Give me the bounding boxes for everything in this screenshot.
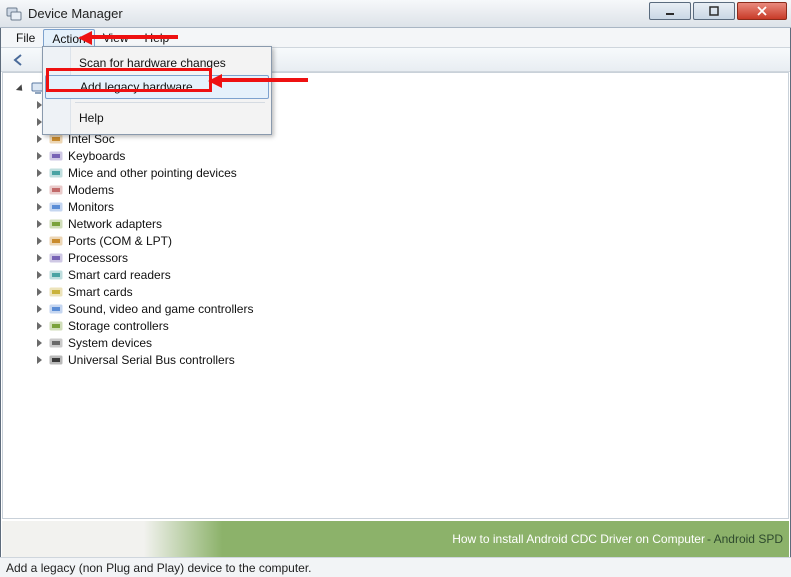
device-category-icon (48, 318, 64, 334)
tree-node-label: Ports (COM & LPT) (68, 234, 172, 248)
tree-node[interactable]: Smart card readers (35, 266, 788, 283)
expander-icon[interactable] (35, 355, 45, 365)
dropdown-separator (75, 102, 265, 103)
minimize-button[interactable] (649, 2, 691, 20)
device-category-icon (48, 165, 64, 181)
dropdown-item-scan[interactable]: Scan for hardware changes (45, 51, 269, 75)
tutorial-banner: How to install Android CDC Driver on Com… (2, 521, 789, 557)
tree-node-label: System devices (68, 336, 152, 350)
device-category-icon (48, 267, 64, 283)
tree-node[interactable]: Mice and other pointing devices (35, 164, 788, 181)
tree-node-label: Storage controllers (68, 319, 169, 333)
device-category-icon (48, 182, 64, 198)
expander-icon[interactable] (17, 83, 27, 93)
expander-icon[interactable] (35, 168, 45, 178)
tree-node-label: Modems (68, 183, 114, 197)
device-category-icon (48, 301, 64, 317)
expander-icon[interactable] (35, 287, 45, 297)
titlebar: Device Manager (0, 0, 791, 28)
tree-node[interactable]: Smart cards (35, 283, 788, 300)
tree-node[interactable]: Universal Serial Bus controllers (35, 351, 788, 368)
tree-node[interactable]: Network adapters (35, 215, 788, 232)
window-controls (649, 2, 787, 20)
expander-icon[interactable] (35, 219, 45, 229)
tree-node[interactable]: Modems (35, 181, 788, 198)
device-category-icon (48, 335, 64, 351)
tree-node[interactable]: Ports (COM & LPT) (35, 232, 788, 249)
tree-node-label: Mice and other pointing devices (68, 166, 237, 180)
expander-icon[interactable] (35, 236, 45, 246)
device-tree-panel: Display adaptersHuman Interface DevicesI… (2, 72, 789, 519)
device-category-icon (48, 148, 64, 164)
expander-icon[interactable] (35, 202, 45, 212)
annotation-arrow-icon (78, 31, 92, 45)
tree-node-label: Smart card readers (68, 268, 171, 282)
expander-icon[interactable] (35, 134, 45, 144)
banner-text-2: - Android SPD (707, 532, 783, 546)
back-button[interactable] (8, 51, 30, 69)
window-title: Device Manager (28, 6, 123, 21)
menu-file[interactable]: File (8, 28, 43, 47)
tree-node[interactable]: Keyboards (35, 147, 788, 164)
tree-node[interactable]: Sound, video and game controllers (35, 300, 788, 317)
tree-node[interactable]: Processors (35, 249, 788, 266)
action-dropdown: Scan for hardware changes Add legacy har… (42, 46, 272, 135)
device-category-icon (48, 250, 64, 266)
device-category-icon (48, 216, 64, 232)
tree-node-label: Sound, video and game controllers (68, 302, 253, 316)
expander-icon[interactable] (35, 338, 45, 348)
tree-node[interactable]: Monitors (35, 198, 788, 215)
expander-icon[interactable] (35, 253, 45, 263)
statusbar: Add a legacy (non Plug and Play) device … (0, 557, 791, 577)
expander-icon[interactable] (35, 321, 45, 331)
tree-node-label: Monitors (68, 200, 114, 214)
app-icon (6, 6, 22, 22)
close-button[interactable] (737, 2, 787, 20)
banner-text-1: How to install Android CDC Driver on Com… (452, 532, 705, 546)
annotation-arrow-icon (208, 74, 222, 88)
expander-icon[interactable] (35, 304, 45, 314)
annotation-line (218, 78, 308, 82)
expander-icon[interactable] (35, 185, 45, 195)
tree-node[interactable]: Storage controllers (35, 317, 788, 334)
tree-node-label: Universal Serial Bus controllers (68, 353, 235, 367)
annotation-line (88, 35, 178, 39)
device-category-icon (48, 352, 64, 368)
maximize-button[interactable] (693, 2, 735, 20)
device-category-icon (48, 233, 64, 249)
tree-node-label: Smart cards (68, 285, 133, 299)
device-category-icon (48, 199, 64, 215)
tree-node-label: Keyboards (68, 149, 125, 163)
device-category-icon (48, 284, 64, 300)
status-text: Add a legacy (non Plug and Play) device … (6, 561, 312, 575)
expander-icon[interactable] (35, 270, 45, 280)
expander-icon[interactable] (35, 151, 45, 161)
dropdown-item-help[interactable]: Help (45, 106, 269, 130)
tree-node[interactable]: System devices (35, 334, 788, 351)
tree-node-label: Processors (68, 251, 128, 265)
tree-node-label: Network adapters (68, 217, 162, 231)
